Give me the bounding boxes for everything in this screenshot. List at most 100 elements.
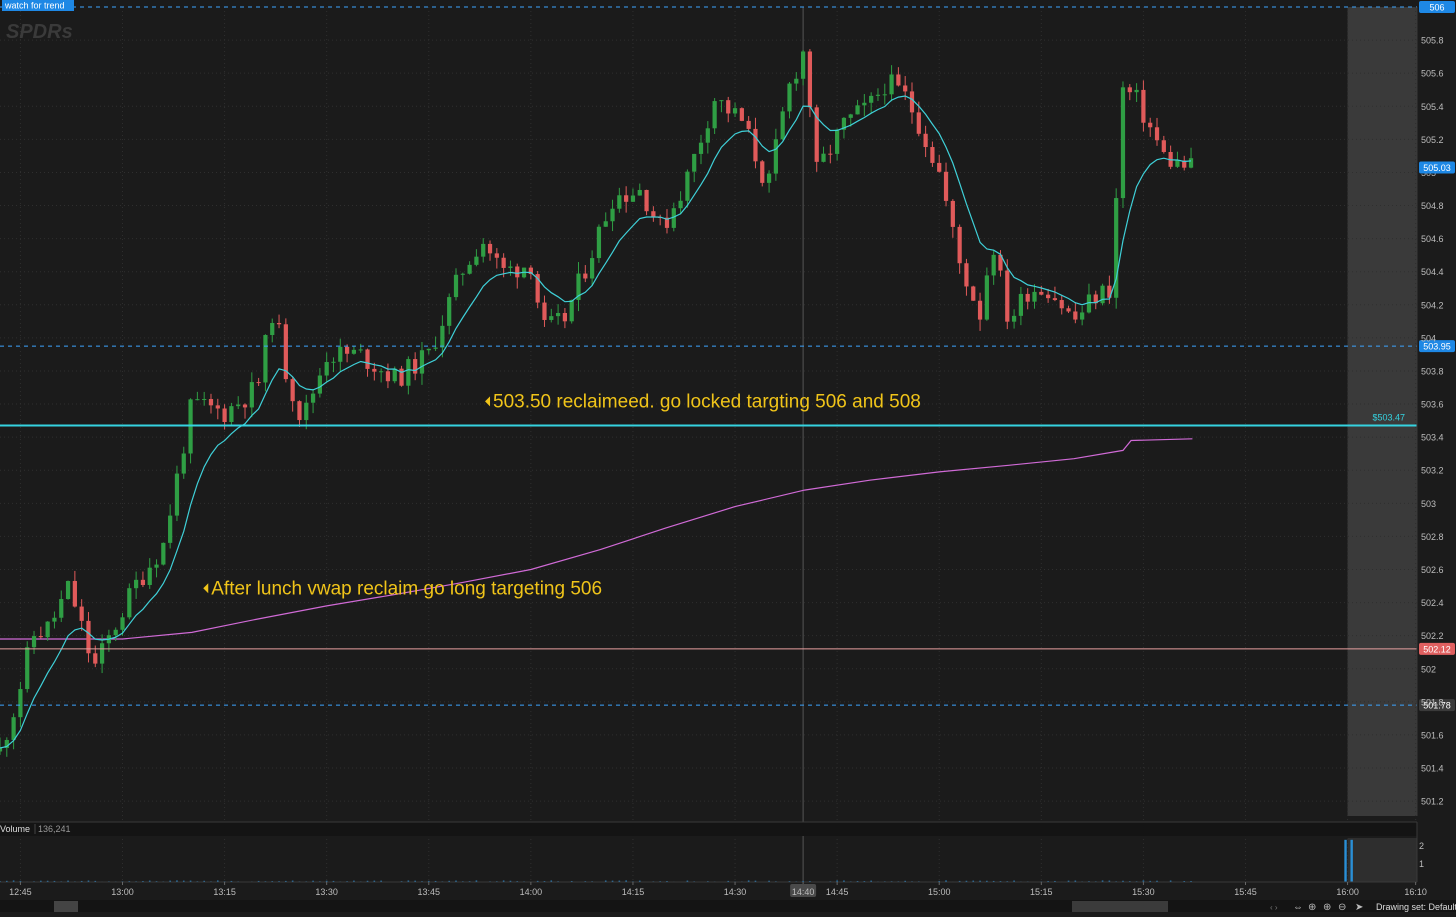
candle-body — [631, 196, 635, 202]
candle — [229, 403, 233, 425]
candle — [161, 542, 165, 565]
candle-body — [1134, 90, 1138, 92]
chart-background — [0, 0, 1456, 912]
candle-body — [406, 359, 410, 386]
candle-body — [767, 174, 771, 183]
candle-body — [651, 211, 655, 217]
candle-body — [964, 263, 968, 286]
candle-body — [413, 359, 417, 374]
candle — [1121, 81, 1125, 208]
candle-body — [889, 74, 893, 94]
volume-tick-label: 1 — [1419, 859, 1424, 869]
candle-body — [114, 630, 118, 635]
time-tick-label: 14:30 — [724, 887, 747, 897]
candle-body — [481, 244, 485, 257]
price-tick-label: 503.8 — [1421, 366, 1444, 376]
nav-arrows-icon[interactable]: ‹ › — [1270, 903, 1278, 912]
candle-body — [747, 121, 751, 129]
candle-body — [229, 406, 233, 422]
time-tick-label: 13:45 — [418, 887, 441, 897]
candle-body — [338, 347, 342, 362]
price-tick-label: 502.8 — [1421, 532, 1444, 542]
candle-body — [468, 265, 472, 274]
price-level-label: $503.47 — [1372, 413, 1405, 423]
price-chart[interactable]: 506503.95$503.47502.12501.78 503.50 recl… — [0, 0, 1456, 912]
candle-body — [502, 258, 506, 268]
candle-body — [427, 349, 431, 350]
candle-body — [1053, 298, 1057, 300]
candle-body — [148, 568, 152, 585]
price-tick-label: 502.2 — [1421, 631, 1444, 641]
candle-body — [168, 516, 172, 543]
candle — [66, 581, 70, 600]
candle-body — [958, 227, 962, 263]
candle-body — [1128, 87, 1132, 92]
candle-body — [100, 643, 104, 663]
price-tick-label: 504 — [1421, 333, 1436, 343]
chart-note[interactable]: 503.50 reclaimeed. go locked targting 50… — [485, 391, 921, 412]
candle-body — [1012, 316, 1016, 322]
cursor-icon[interactable]: ➤ — [1355, 902, 1363, 912]
scroll-left-button[interactable] — [54, 901, 78, 912]
time-tick-label: 13:30 — [315, 887, 338, 897]
time-tick-label: 12:45 — [9, 887, 32, 897]
candle-body — [862, 103, 866, 106]
candle-body — [345, 347, 349, 354]
candle-body — [25, 647, 29, 689]
candle-body — [610, 209, 614, 222]
drawing-set-label[interactable]: Drawing set: Default — [1376, 902, 1456, 912]
candle-body — [801, 51, 805, 78]
candle — [570, 300, 574, 324]
price-tick-label: 505.4 — [1421, 102, 1444, 112]
zoom-out-icon[interactable]: ⊖ — [1338, 902, 1346, 912]
note-text: 503.50 reclaimeed. go locked targting 50… — [493, 391, 921, 412]
candle-body — [331, 362, 335, 363]
candle-body — [985, 275, 989, 319]
candle-body — [134, 580, 138, 588]
crosshair-icon[interactable]: ⊕ — [1308, 902, 1316, 912]
candle-body — [304, 403, 308, 420]
candle-body — [243, 405, 247, 408]
candle-body — [876, 95, 880, 96]
candle-body — [318, 376, 322, 394]
candle — [740, 107, 744, 121]
candle-body — [12, 717, 16, 740]
candle — [1100, 284, 1104, 306]
note-text: After lunch vwap reclaim go long targeti… — [211, 578, 602, 599]
candle-body — [1026, 294, 1030, 302]
candle-body — [488, 244, 492, 253]
candle-body — [883, 94, 887, 95]
candle-body — [692, 154, 696, 172]
pan-icon[interactable]: ⇔ — [1293, 902, 1303, 912]
zoom-in-icon[interactable]: ⊕ — [1323, 902, 1331, 912]
candle-body — [849, 114, 853, 117]
candle-body — [774, 139, 778, 173]
chart-canvas[interactable]: 506503.95$503.47502.12501.78 503.50 recl… — [0, 0, 1456, 912]
price-tick-label: 504.4 — [1421, 267, 1444, 277]
candle-body — [733, 108, 737, 113]
candle-body — [379, 371, 383, 372]
horizontal-scrollbar-thumb[interactable] — [1072, 901, 1168, 912]
candle-body — [18, 689, 22, 717]
candle-body — [1162, 140, 1166, 152]
candle-body — [393, 369, 397, 382]
price-tick-label: 501.6 — [1421, 730, 1444, 740]
candle-body — [440, 326, 444, 348]
candle-body — [753, 129, 757, 161]
candle-body — [903, 85, 907, 91]
chart-note[interactable]: After lunch vwap reclaim go long targeti… — [203, 578, 602, 599]
price-tick-label: 504.8 — [1421, 201, 1444, 211]
volume-bar-spike — [1350, 840, 1352, 882]
price-tick-label: 505.6 — [1421, 69, 1444, 79]
candle-body — [924, 134, 928, 147]
price-level-badge-text: 502.12 — [1423, 644, 1451, 654]
candle-body — [917, 112, 921, 133]
price-tick-label: 503 — [1421, 499, 1436, 509]
candle-body — [154, 565, 158, 568]
candle-body — [896, 74, 900, 85]
candle-body — [590, 258, 594, 278]
watch-for-trend-tag[interactable]: watch for trend — [2, 0, 74, 11]
candle — [399, 366, 403, 387]
candle-body — [195, 399, 199, 400]
candle-body — [726, 100, 730, 113]
